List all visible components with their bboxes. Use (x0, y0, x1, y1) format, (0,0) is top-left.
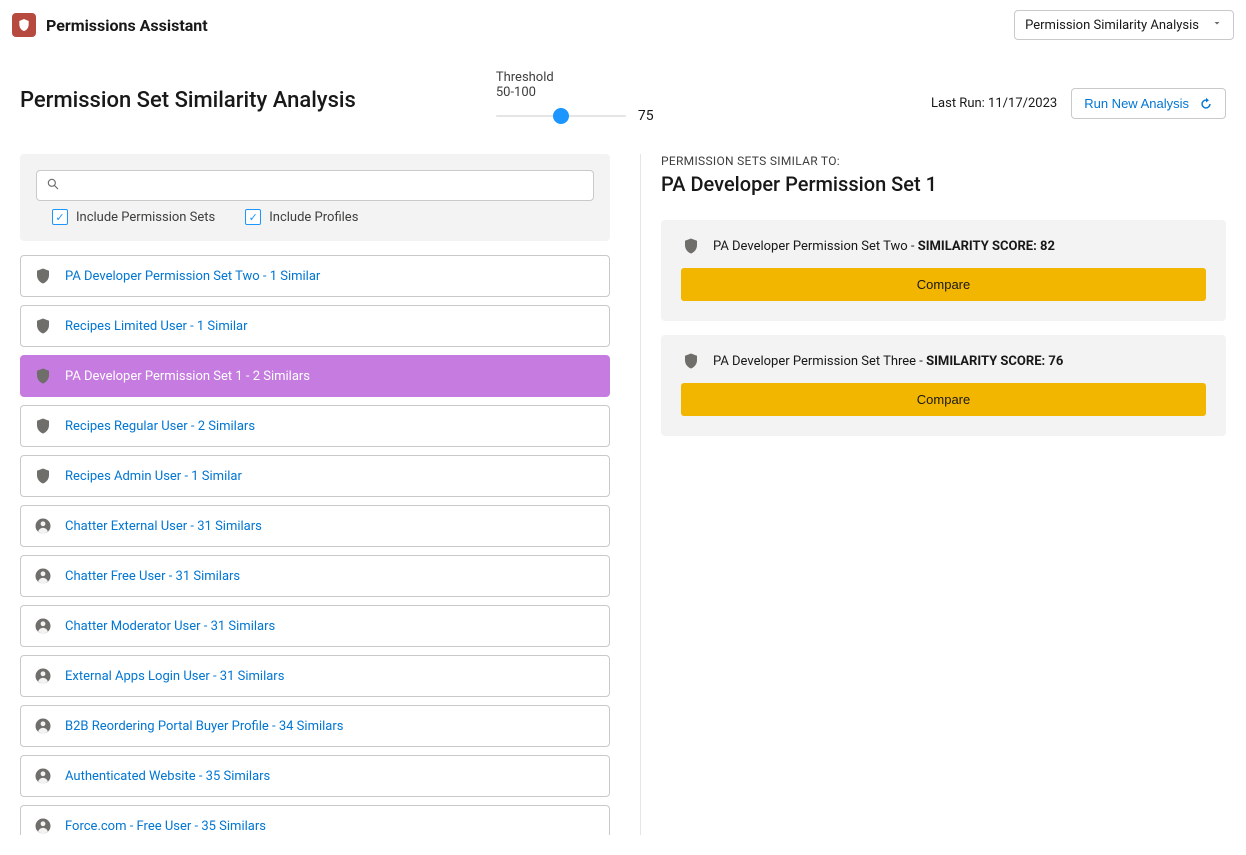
app-title: Permissions Assistant (46, 16, 208, 35)
list-item-label: Force.com - Free User - 35 Similars (65, 819, 266, 834)
compare-button[interactable]: Compare (681, 383, 1206, 416)
user-icon (33, 816, 53, 835)
shield-icon (33, 266, 53, 286)
list-item-label: Recipes Admin User - 1 Similar (65, 469, 242, 484)
list-item-label: Recipes Regular User - 2 Similars (65, 419, 255, 434)
user-icon (33, 566, 53, 586)
list-item[interactable]: Recipes Admin User - 1 Similar (20, 455, 610, 497)
detail-column: PERMISSION SETS SIMILAR TO: PA Developer… (640, 154, 1226, 835)
left-column: ✓ Include Permission Sets ✓ Include Prof… (20, 154, 610, 835)
list-item-label: Recipes Limited User - 1 Similar (65, 319, 248, 334)
list-item[interactable]: Chatter External User - 31 Similars (20, 505, 610, 547)
similarity-card: PA Developer Permission Set Two - SIMILA… (661, 220, 1226, 321)
user-icon (33, 716, 53, 736)
subheader-actions: Last Run: 11/17/2023 Run New Analysis (931, 70, 1226, 119)
similarity-card: PA Developer Permission Set Three - SIMI… (661, 335, 1226, 436)
shield-icon (33, 316, 53, 336)
list-item-label: Chatter External User - 31 Similars (65, 519, 262, 534)
list-item-label: PA Developer Permission Set 1 - 2 Simila… (65, 369, 310, 384)
main-content: ✓ Include Permission Sets ✓ Include Prof… (0, 134, 1246, 855)
shield-icon (681, 351, 701, 371)
search-input[interactable] (36, 170, 594, 201)
card-title: PA Developer Permission Set Three - SIMI… (713, 354, 1063, 369)
user-icon (33, 516, 53, 536)
app-header: Permissions Assistant Permission Similar… (0, 0, 1246, 50)
include-permission-sets-label: Include Permission Sets (76, 210, 215, 225)
threshold-value: 75 (638, 108, 654, 124)
shield-icon (681, 236, 701, 256)
user-icon (33, 666, 53, 686)
list-item[interactable]: Authenticated Website - 35 Similars (20, 755, 610, 797)
permission-set-list: PA Developer Permission Set Two - 1 Simi… (20, 255, 610, 835)
similarity-score: SIMILARITY SCORE: 82 (918, 239, 1055, 254)
user-icon (33, 616, 53, 636)
subheader: Permission Set Similarity Analysis Thres… (0, 50, 1246, 134)
search-wrap (36, 170, 594, 201)
card-title: PA Developer Permission Set Two - SIMILA… (713, 239, 1055, 254)
list-item[interactable]: PA Developer Permission Set Two - 1 Simi… (20, 255, 610, 297)
list-item[interactable]: Chatter Free User - 31 Similars (20, 555, 610, 597)
include-profiles-checkbox[interactable]: ✓ Include Profiles (245, 209, 358, 225)
run-button-label: Run New Analysis (1084, 96, 1189, 111)
filter-checkboxes: ✓ Include Permission Sets ✓ Include Prof… (36, 209, 594, 225)
list-item[interactable]: Force.com - Free User - 35 Similars (20, 805, 610, 835)
list-item-label: Authenticated Website - 35 Similars (65, 769, 270, 784)
filter-panel: ✓ Include Permission Sets ✓ Include Prof… (20, 154, 610, 241)
selected-permission-set-name: PA Developer Permission Set 1 (661, 172, 1226, 196)
list-item-label: Chatter Moderator User - 31 Similars (65, 619, 275, 634)
mode-selected-label: Permission Similarity Analysis (1025, 18, 1199, 33)
threshold-slider-thumb[interactable] (553, 108, 569, 124)
checkbox-checked-icon: ✓ (245, 209, 261, 225)
card-name: PA Developer Permission Set Three - (713, 354, 926, 369)
include-permission-sets-checkbox[interactable]: ✓ Include Permission Sets (52, 209, 215, 225)
card-name: PA Developer Permission Set Two - (713, 239, 918, 254)
search-icon (46, 177, 60, 195)
checkbox-checked-icon: ✓ (52, 209, 68, 225)
include-profiles-label: Include Profiles (269, 210, 358, 225)
list-item-label: PA Developer Permission Set Two - 1 Simi… (65, 269, 320, 284)
list-item[interactable]: Chatter Moderator User - 31 Similars (20, 605, 610, 647)
list-item[interactable]: External Apps Login User - 31 Similars (20, 655, 610, 697)
list-item[interactable]: Recipes Limited User - 1 Similar (20, 305, 610, 347)
header-left: Permissions Assistant (12, 13, 208, 37)
chevron-down-icon (1211, 17, 1223, 33)
compare-button[interactable]: Compare (681, 268, 1206, 301)
run-new-analysis-button[interactable]: Run New Analysis (1071, 88, 1226, 119)
card-header: PA Developer Permission Set Three - SIMI… (681, 351, 1206, 371)
threshold-control: Threshold 50-100 75 (496, 70, 654, 124)
shield-icon (33, 466, 53, 486)
similarity-score: SIMILARITY SCORE: 76 (926, 354, 1063, 369)
list-item[interactable]: Recipes Regular User - 2 Similars (20, 405, 610, 447)
user-icon (33, 766, 53, 786)
analysis-mode-dropdown[interactable]: Permission Similarity Analysis (1014, 10, 1234, 40)
shield-icon (33, 366, 53, 386)
card-header: PA Developer Permission Set Two - SIMILA… (681, 236, 1206, 256)
shield-icon (33, 416, 53, 436)
page-title: Permission Set Similarity Analysis (20, 70, 356, 113)
similarity-cards: PA Developer Permission Set Two - SIMILA… (661, 220, 1226, 436)
threshold-slider-row: 75 (496, 108, 654, 124)
list-item[interactable]: B2B Reordering Portal Buyer Profile - 34… (20, 705, 610, 747)
last-run-label: Last Run: 11/17/2023 (931, 96, 1057, 111)
threshold-slider[interactable] (496, 115, 626, 117)
list-item[interactable]: PA Developer Permission Set 1 - 2 Simila… (20, 355, 610, 397)
threshold-label: Threshold (496, 70, 654, 85)
refresh-icon (1199, 97, 1213, 111)
app-logo-icon (12, 13, 36, 37)
similar-to-header: PERMISSION SETS SIMILAR TO: (661, 154, 1226, 168)
list-item-label: Chatter Free User - 31 Similars (65, 569, 240, 584)
list-item-label: External Apps Login User - 31 Similars (65, 669, 284, 684)
list-item-label: B2B Reordering Portal Buyer Profile - 34… (65, 719, 343, 734)
threshold-range: 50-100 (496, 85, 654, 100)
